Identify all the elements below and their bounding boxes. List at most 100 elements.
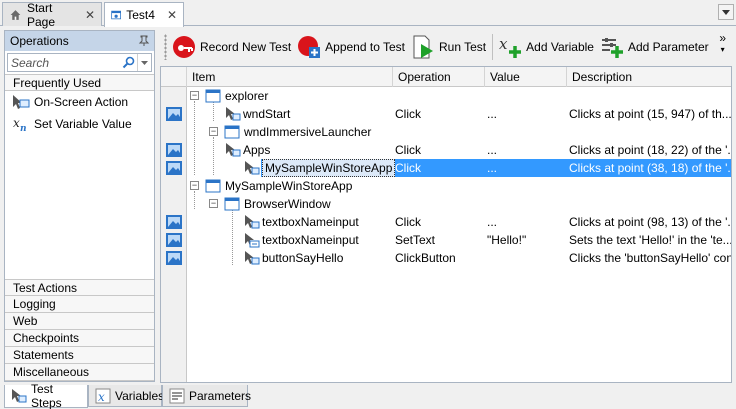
table-row[interactable]: wndStart Click ... Clicks at point (15, … (161, 105, 731, 123)
operation-cell[interactable]: SetText (395, 231, 483, 249)
operations-header: Operations (5, 31, 154, 51)
table-row[interactable]: − BrowserWindow (161, 195, 731, 213)
column-header-value[interactable]: Value (485, 67, 567, 87)
screenshot-icon[interactable] (165, 160, 183, 176)
category-logging[interactable]: Logging (5, 296, 154, 313)
test-icon (111, 10, 121, 20)
operation-cell[interactable]: Click (395, 141, 483, 159)
table-row-selected[interactable]: MySampleWinStoreApp Click ... Clicks at … (161, 159, 731, 177)
operation-cell[interactable]: ClickButton (395, 249, 483, 267)
collapse-toggle[interactable]: − (209, 199, 218, 208)
close-icon[interactable]: ✕ (85, 8, 95, 22)
tab-start-page[interactable]: Start Page ✕ (2, 0, 102, 29)
home-icon (10, 9, 21, 20)
operation-cell[interactable]: Click (395, 159, 483, 177)
operation-set-variable-value[interactable]: x n Set Variable Value (5, 113, 154, 135)
operation-cell[interactable]: Click (395, 213, 483, 231)
tab-parameters[interactable]: Parameters (162, 385, 252, 407)
toolbar-grip[interactable] (164, 34, 167, 60)
button-label: Record New Test (200, 40, 292, 54)
value-cell[interactable]: "Hello!" (487, 231, 565, 249)
collapse-toggle[interactable]: − (209, 127, 218, 136)
category-label: Miscellaneous (13, 365, 90, 379)
tree-item-label: buttonSayHello (262, 251, 344, 265)
toolbar-overflow-button[interactable]: » ▾ (719, 32, 726, 56)
value-cell[interactable]: ... (487, 105, 565, 123)
chevron-down-icon[interactable] (137, 54, 151, 71)
close-icon[interactable]: ✕ (167, 8, 177, 22)
value-cell[interactable]: ... (487, 141, 565, 159)
column-header-item[interactable]: Item (187, 67, 393, 87)
record-new-test-button[interactable]: Record New Test (172, 33, 291, 61)
tab-label: Start Page (26, 0, 55, 29)
test-steps-grid: Item Operation Value Description − explo… (160, 66, 732, 383)
operation-cell[interactable]: Click (395, 105, 483, 123)
add-variable-icon: x (499, 35, 522, 58)
operation-on-screen-action[interactable]: On-Screen Action (5, 91, 154, 113)
value-cell[interactable]: ... (487, 159, 565, 177)
click-action-icon (245, 161, 260, 175)
category-checkpoints[interactable]: Checkpoints (5, 330, 154, 347)
add-variable-button[interactable]: x Add Variable (498, 33, 594, 61)
collapse-toggle[interactable]: − (190, 91, 199, 100)
category-test-actions[interactable]: Test Actions (5, 279, 154, 296)
collapse-toggle[interactable]: − (190, 181, 199, 190)
screenshot-icon[interactable] (165, 214, 183, 230)
table-row[interactable]: Apps Click ... Clicks at point (18, 22) … (161, 141, 731, 159)
run-test-button[interactable]: Run Test (411, 33, 486, 61)
category-label: Test Actions (13, 280, 78, 295)
table-row[interactable]: − explorer (161, 87, 731, 105)
add-parameter-button[interactable]: Add Parameter (600, 33, 709, 61)
tree-item-label: MySampleWinStoreApp (262, 159, 396, 177)
screenshot-icon[interactable] (165, 232, 183, 248)
table-row[interactable]: − MySampleWinStoreApp (161, 177, 731, 195)
search-icon[interactable] (119, 54, 137, 71)
pin-icon[interactable] (138, 35, 150, 47)
window-icon (224, 125, 240, 139)
tab-test-steps[interactable]: Test Steps (4, 382, 88, 409)
button-label: Add Parameter (627, 40, 709, 54)
column-header-description[interactable]: Description (567, 67, 731, 87)
window-icon (205, 179, 221, 193)
operation-categories: Test Actions Logging Web Checkpoints Sta… (5, 279, 154, 381)
table-row[interactable]: − wndImmersiveLauncher (161, 123, 731, 141)
table-row[interactable]: textboxNameinput SetText "Hello!" Sets t… (161, 231, 731, 249)
category-web[interactable]: Web (5, 313, 154, 330)
column-header-operation[interactable]: Operation (393, 67, 485, 87)
tab-list-dropdown[interactable] (718, 4, 734, 20)
tree-item-label: textboxNameinput (262, 215, 359, 229)
bottom-tab-bar: Test Steps x Variables Parameters (0, 382, 736, 409)
screenshot-icon[interactable] (165, 106, 183, 122)
category-frequently-used[interactable]: Frequently Used (5, 74, 154, 91)
record-icon (173, 36, 195, 58)
description-cell[interactable]: Clicks the 'buttonSayHello' con... (569, 249, 731, 267)
value-cell[interactable]: ... (487, 213, 565, 231)
description-cell[interactable]: Sets the text 'Hello!' in the 'te... (569, 231, 731, 249)
tab-test4[interactable]: Test4 ✕ (104, 2, 184, 27)
click-action-icon (226, 107, 241, 121)
category-label: Statements (13, 348, 74, 362)
table-row[interactable]: buttonSayHello ClickButton Clicks the 'b… (161, 249, 731, 267)
description-cell[interactable]: Clicks at point (18, 22) of the '... (569, 141, 731, 159)
description-cell[interactable]: Clicks at point (15, 947) of th... (569, 105, 731, 123)
operations-search[interactable]: Search (7, 53, 152, 72)
screenshot-icon[interactable] (165, 142, 183, 158)
tab-label: Variables (115, 388, 165, 403)
search-input[interactable]: Search (8, 56, 119, 70)
test-toolbar: Record New Test Append to Test Run Test … (160, 30, 732, 64)
table-row[interactable]: textboxNameinput Click ... Clicks at poi… (161, 213, 731, 231)
tree-item-label: Apps (243, 143, 271, 157)
parameters-icon (169, 388, 185, 404)
category-miscellaneous[interactable]: Miscellaneous (5, 364, 154, 381)
tab-variables[interactable]: x Variables (88, 385, 165, 407)
description-cell[interactable]: Clicks at point (98, 13) of the '... (569, 213, 731, 231)
screenshot-icon[interactable] (165, 250, 183, 266)
category-statements[interactable]: Statements (5, 347, 154, 364)
operations-title: Operations (10, 34, 69, 48)
append-icon (298, 36, 321, 58)
append-to-test-button[interactable]: Append to Test (297, 33, 405, 61)
tab-label: Parameters (189, 388, 252, 403)
value-cell[interactable] (487, 249, 565, 267)
description-cell[interactable]: Clicks at point (38, 18) of the '... (569, 159, 731, 177)
chevron-down-icon: ▾ (720, 45, 725, 54)
